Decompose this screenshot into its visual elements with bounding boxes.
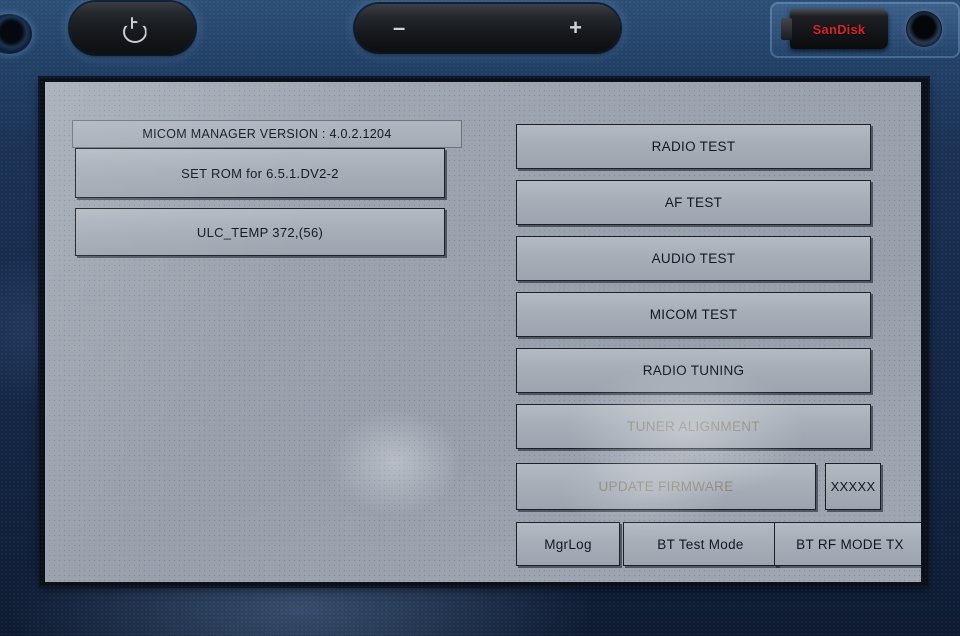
round-port-icon xyxy=(0,14,32,54)
set-rom-button[interactable]: SET ROM for 6.5.1.DV2-2 xyxy=(75,148,445,198)
micom-manager-version-label: MICOM MANAGER VERSION : 4.0.2.1204 xyxy=(72,120,462,148)
volume-rocker[interactable]: – + xyxy=(355,4,620,52)
radio-test-button[interactable]: RADIO TEST xyxy=(516,124,871,169)
af-test-button[interactable]: AF TEST xyxy=(516,180,871,225)
lcd-screen: MICOM MANAGER VERSION : 4.0.2.1204 SET R… xyxy=(45,82,921,582)
bt-test-mode-button[interactable]: BT Test Mode xyxy=(623,522,778,566)
bt-rf-mode-tx-button[interactable]: BT RF MODE TX xyxy=(774,522,921,566)
usb-flash-drive: SanDisk xyxy=(781,9,888,49)
aux-jack-icon xyxy=(906,11,942,47)
volume-up-icon[interactable]: + xyxy=(569,17,582,39)
usb-port-bay: SanDisk xyxy=(770,2,960,58)
ulc-temp-button[interactable]: ULC_TEMP 372,(56) xyxy=(75,208,445,256)
update-firmware-button[interactable]: UPDATE FIRMWARE xyxy=(516,463,816,510)
radio-tuning-button[interactable]: RADIO TUNING xyxy=(516,348,871,393)
sandisk-logo: SanDisk xyxy=(812,21,866,37)
tuner-alignment-button[interactable]: TUNER ALIGNMENT xyxy=(516,404,871,449)
power-icon xyxy=(122,17,144,39)
micom-test-button[interactable]: MICOM TEST xyxy=(516,292,871,337)
power-button[interactable] xyxy=(70,2,195,54)
mgrlog-button[interactable]: MgrLog xyxy=(516,522,620,566)
volume-down-icon[interactable]: – xyxy=(393,17,405,39)
audio-test-button[interactable]: AUDIO TEST xyxy=(516,236,871,281)
device-body: – + SanDisk MICOM MANAGER VERSION : 4.0.… xyxy=(0,0,960,636)
firmware-code-button[interactable]: XXXXX xyxy=(825,463,881,510)
